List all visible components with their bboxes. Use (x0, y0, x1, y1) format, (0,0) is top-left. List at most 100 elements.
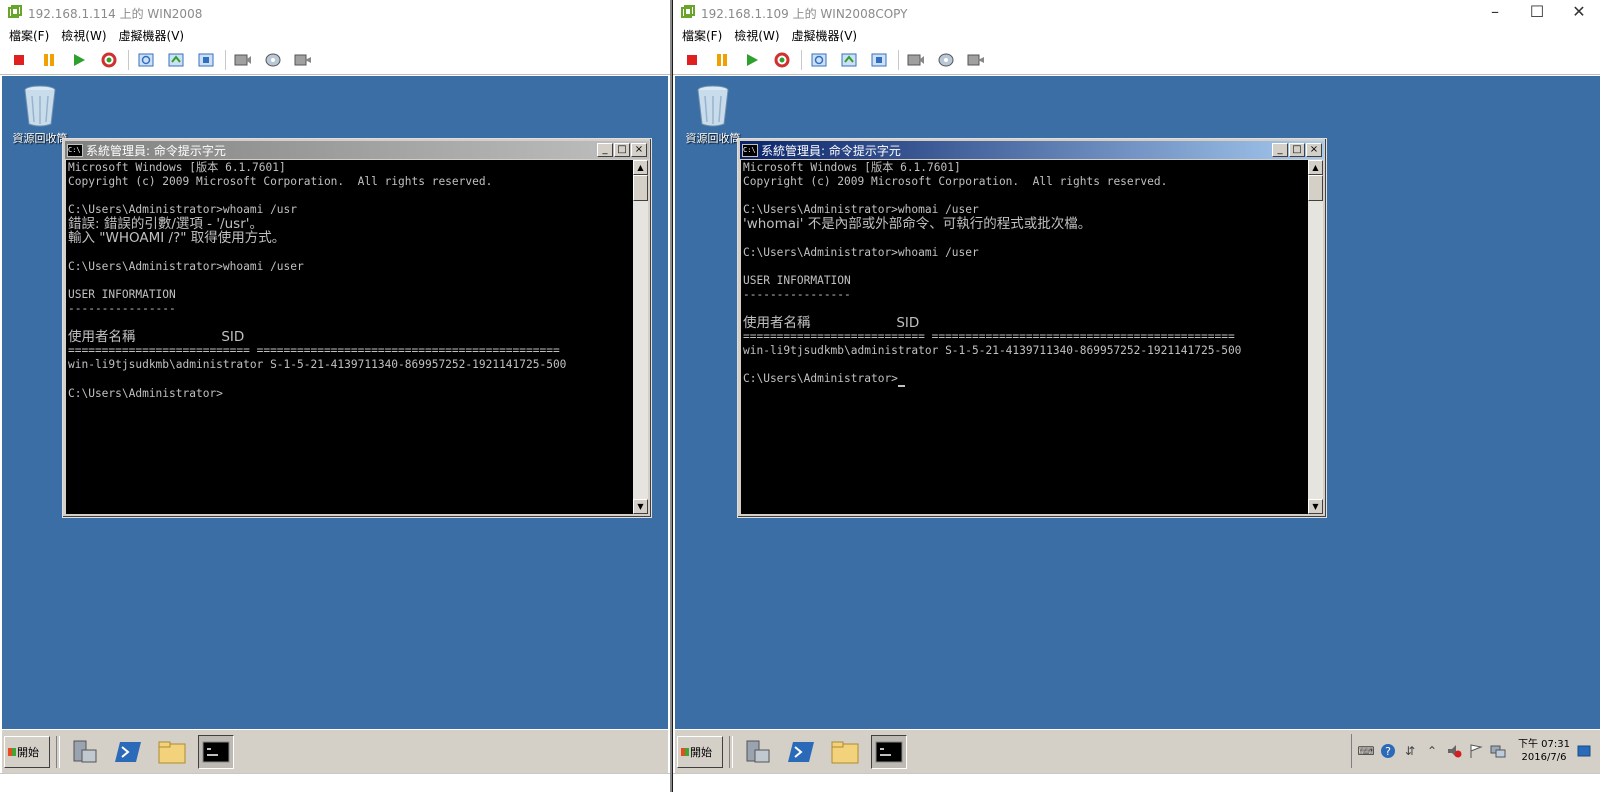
vm-titlebar[interactable]: 192.168.1.109 上的 WIN2008COPY – ☐ ✕ (673, 0, 1600, 26)
scroll-up-button[interactable]: ▲ (1308, 160, 1323, 175)
server-manager-icon (73, 740, 97, 763)
vm-console-window-left[interactable]: 192.168.1.114 上的 WIN2008 檔案(F) 檢視(W) 虛擬機… (0, 0, 672, 792)
network-icon[interactable] (1490, 743, 1506, 759)
close-button[interactable]: × (631, 143, 647, 157)
pause-icon (717, 54, 727, 66)
scroll-down-button[interactable]: ▼ (1308, 499, 1323, 514)
floppy-button[interactable] (292, 49, 314, 71)
status-strip (673, 773, 1600, 792)
snapshot-manager-button[interactable] (868, 49, 890, 71)
help-icon[interactable]: ? (1380, 743, 1396, 759)
power-off-button[interactable] (8, 49, 30, 71)
maximize-button[interactable]: □ (1289, 143, 1305, 157)
cd-dvd-button[interactable] (262, 49, 284, 71)
cmd-window[interactable]: C:\ 系統管理員: 命令提示字元 _ □ × Microsoft Window… (62, 138, 652, 518)
connect-device-button[interactable] (905, 49, 927, 71)
snapshot-manager-icon (871, 53, 887, 67)
vm-titlebar[interactable]: 192.168.1.114 上的 WIN2008 (0, 0, 670, 26)
clock-date: 2016/7/6 (1521, 752, 1567, 763)
menu-view[interactable]: 檢視(W) (61, 26, 106, 46)
menu-vm[interactable]: 虛擬機器(V) (119, 26, 185, 46)
guest-desktop[interactable]: 資源回收筒 C:\ 系統管理員: 命令提示字元 _ □ × Microsoft … (675, 76, 1600, 729)
guest-desktop[interactable]: 資源回收筒 C:\ 系統管理員: 命令提示字元 _ □ × Microsoft … (2, 76, 668, 729)
cmd-icon: C:\ (742, 143, 758, 157)
console-scrollbar[interactable]: ▲ ▼ (1308, 160, 1323, 514)
system-clock[interactable]: 下午 07:31 2016/7/6 (1518, 738, 1570, 764)
connect-device-button[interactable] (232, 49, 254, 71)
console-prompt-line[interactable]: C:\Users\Administrator> (743, 372, 1308, 387)
floppy-button[interactable] (965, 49, 987, 71)
revert-snapshot-button[interactable] (165, 49, 187, 71)
minimize-button[interactable]: _ (597, 143, 613, 157)
start-button[interactable]: 開始 (677, 736, 723, 768)
reset-button[interactable] (771, 49, 793, 71)
keyboard-icon[interactable]: ⌨ (1357, 743, 1374, 759)
explorer-button[interactable] (827, 735, 863, 769)
start-button[interactable]: 開始 (4, 736, 50, 768)
cmd-taskbar-button[interactable] (871, 735, 907, 769)
powershell-button[interactable] (110, 735, 146, 769)
cmd-titlebar[interactable]: C:\ 系統管理員: 命令提示字元 _ □ × (740, 141, 1324, 159)
console-line: win-li9tjsudkmb\administrator S-1-5-21-4… (68, 358, 567, 372)
powershell-button[interactable] (783, 735, 819, 769)
close-button[interactable]: ✕ (1558, 0, 1600, 26)
power-off-button[interactable] (681, 49, 703, 71)
suspend-button[interactable] (38, 49, 60, 71)
maximize-button[interactable]: ☐ (1516, 0, 1558, 26)
action-center-flag-icon[interactable] (1468, 743, 1484, 759)
console-line: 輸入 "WHOAMI /?" 取得使用方式。 (68, 230, 286, 247)
snapshot-button[interactable] (135, 49, 157, 71)
play-icon (747, 54, 758, 66)
console-line: Microsoft Windows [版本 6.1.7601] (743, 161, 961, 174)
console-scrollbar[interactable]: ▲ ▼ (633, 160, 648, 514)
toolbar-separator (128, 50, 129, 70)
server-manager-button[interactable] (739, 735, 775, 769)
menu-file[interactable]: 檔案(F) (9, 26, 49, 46)
show-hidden-icons-icon[interactable]: ⌃ (1424, 743, 1440, 759)
reset-button[interactable] (98, 49, 120, 71)
toolbar-separator (898, 50, 899, 70)
cmd-taskbar-button[interactable] (198, 735, 234, 769)
suspend-button[interactable] (711, 49, 733, 71)
power-on-button[interactable] (741, 49, 763, 71)
snapshot-manager-button[interactable] (195, 49, 217, 71)
console-output[interactable]: Microsoft Windows [版本 6.1.7601] Copyrigh… (66, 160, 633, 514)
maximize-button[interactable]: □ (614, 143, 630, 157)
scroll-up-button[interactable]: ▲ (633, 160, 648, 175)
cmd-window[interactable]: C:\ 系統管理員: 命令提示字元 _ □ × Microsoft Window… (737, 138, 1327, 518)
server-manager-button[interactable] (66, 735, 102, 769)
snapshot-button[interactable] (808, 49, 830, 71)
cmd-icon: C:\ (67, 143, 83, 157)
cmd-title: 系統管理員: 命令提示字元 (86, 143, 226, 158)
recycle-bin[interactable]: 資源回收筒 (683, 84, 743, 146)
recycle-bin[interactable]: 資源回收筒 (10, 84, 70, 146)
scroll-thumb[interactable] (633, 175, 648, 201)
guest-taskbar: 開始 ⌨ ? ⇵ ⌃ 下午 07:31 2016/7/6 (675, 729, 1600, 774)
cd-dvd-button[interactable] (935, 49, 957, 71)
scroll-thumb[interactable] (1308, 175, 1323, 201)
menu-file[interactable]: 檔案(F) (682, 26, 722, 46)
menu-view[interactable]: 檢視(W) (734, 26, 779, 46)
start-label: 開始 (690, 746, 712, 759)
language-bar-icon[interactable]: ⇵ (1402, 743, 1418, 759)
menu-vm[interactable]: 虛擬機器(V) (792, 26, 858, 46)
revert-snapshot-icon (168, 53, 184, 67)
minimize-button[interactable]: _ (1272, 143, 1288, 157)
console-output[interactable]: Microsoft Windows [版本 6.1.7601] Copyrigh… (741, 160, 1308, 514)
explorer-button[interactable] (154, 735, 190, 769)
cmd-titlebar[interactable]: C:\ 系統管理員: 命令提示字元 _ □ × (65, 141, 649, 159)
close-button[interactable]: × (1306, 143, 1322, 157)
minimize-button[interactable]: – (1474, 0, 1516, 26)
power-on-button[interactable] (68, 49, 90, 71)
show-desktop-icon[interactable] (1576, 743, 1592, 759)
scroll-down-button[interactable]: ▼ (633, 499, 648, 514)
vm-console-window-right[interactable]: 192.168.1.109 上的 WIN2008COPY – ☐ ✕ 檔案(F)… (673, 0, 1600, 792)
play-icon (74, 54, 85, 66)
revert-snapshot-button[interactable] (838, 49, 860, 71)
volume-muted-icon[interactable] (1446, 743, 1462, 759)
vsphere-client-icon (8, 5, 22, 18)
console-line: C:\Users\Administrator> (68, 386, 223, 400)
